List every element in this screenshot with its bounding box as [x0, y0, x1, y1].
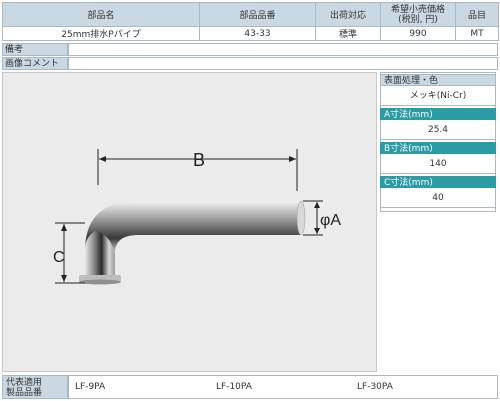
part-number-cell: 43-33: [199, 26, 316, 41]
spec-surface-label: 表面処理・色: [380, 74, 496, 86]
spec-a-value: 25.4: [380, 120, 496, 140]
spec-a: A寸法(mm) 25.4: [380, 108, 496, 140]
table-row: 25mm排水Pパイプ 43-33 標準 990 MT: [2, 26, 499, 41]
header-type: 品目: [455, 2, 499, 27]
label-b: B: [193, 150, 205, 170]
dimension-a: φA: [303, 200, 341, 236]
label-a: φA: [320, 212, 341, 229]
header-price: 希望小売価格 (税別, 円): [380, 2, 456, 27]
header-part-name: 部品名: [2, 2, 200, 27]
parts-table-header: 部品名 部品品番 出荷対応 希望小売価格 (税別, 円) 品目: [2, 2, 499, 27]
spec-b-label: B寸法(mm): [380, 142, 496, 154]
remarks-value: [68, 43, 498, 56]
applicable-label-line1: 代表適用: [6, 378, 43, 388]
spec-a-label: A寸法(mm): [380, 108, 496, 120]
header-part-number: 部品品番: [199, 2, 316, 27]
remarks-label: 備考: [2, 43, 68, 56]
header-price-line1: 希望小売価格: [390, 4, 445, 15]
image-comment-label: 画像コメント: [2, 57, 68, 70]
shipping-cell: 標準: [315, 26, 381, 41]
spec-b: B寸法(mm) 140: [380, 142, 496, 174]
parts-page: 部品名 部品品番 出荷対応 希望小売価格 (税別, 円) 品目 25mm排水Pパ…: [0, 0, 500, 401]
applicable-products: LF-9PA LF-10PA LF-30PA: [68, 375, 498, 399]
model-link[interactable]: LF-10PA: [216, 382, 252, 392]
header-price-line2: (税別, 円): [398, 14, 438, 25]
part-name-cell: 25mm排水Pパイプ: [2, 26, 200, 41]
product-image-area: B φA C: [2, 72, 377, 372]
spec-surface-value: メッキ(Ni-Cr): [380, 86, 496, 106]
spec-c: C寸法(mm) 40: [380, 176, 496, 208]
applicable-products-label: 代表適用 製品品番: [2, 375, 68, 399]
image-comment-value: [68, 57, 498, 70]
pipe-illustration: [79, 200, 306, 285]
model-link[interactable]: LF-30PA: [357, 382, 393, 392]
spec-c-label: C寸法(mm): [380, 176, 496, 188]
model-link[interactable]: LF-9PA: [75, 382, 105, 392]
header-shipping: 出荷対応: [315, 2, 381, 27]
pipe-diagram: B φA C: [53, 149, 341, 285]
label-c: C: [53, 249, 65, 266]
parts-table: 部品名 部品品番 出荷対応 希望小売価格 (税別, 円) 品目 25mm排水Pパ…: [2, 2, 499, 41]
spec-c-value: 40: [380, 188, 496, 208]
spec-b-value: 140: [380, 154, 496, 174]
type-cell: MT: [455, 26, 499, 41]
price-cell: 990: [380, 26, 456, 41]
applicable-label-line2: 製品品番: [6, 388, 43, 398]
dimension-b: B: [97, 149, 298, 191]
spec-surface: 表面処理・色 メッキ(Ni-Cr): [380, 74, 496, 106]
dimension-c: C: [53, 222, 85, 284]
